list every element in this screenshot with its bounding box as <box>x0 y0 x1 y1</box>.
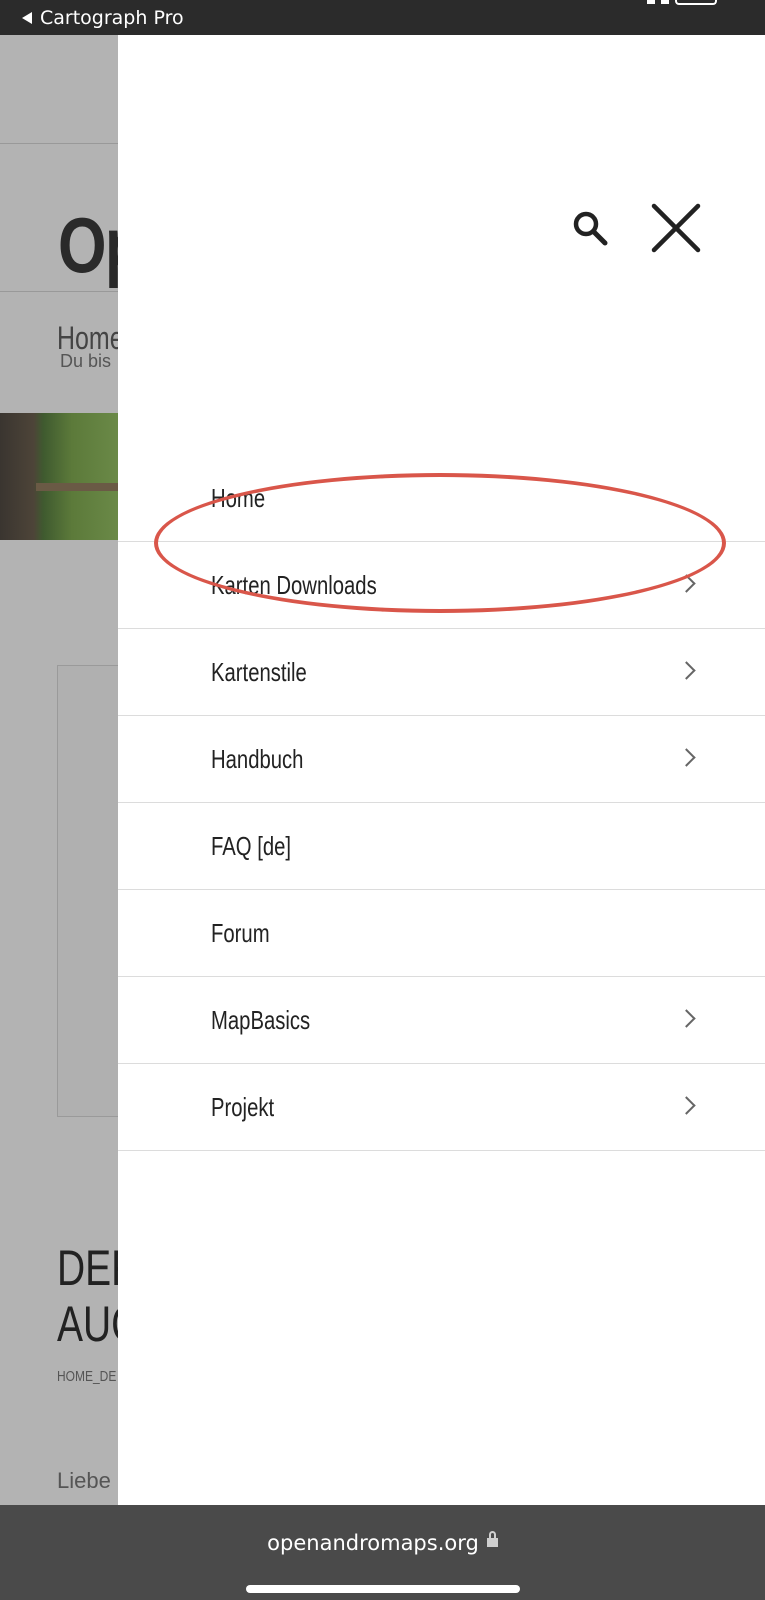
menu-item-label: MapBasics <box>211 1005 311 1035</box>
menu-list: Home Karten Downloads Kartenstile Handbu… <box>118 455 765 1151</box>
menu-item-projekt[interactable]: Projekt <box>118 1064 765 1151</box>
menu-item-faq[interactable]: FAQ [de] <box>118 803 765 890</box>
article-breadcrumb: HOME_DE <box>57 1368 117 1385</box>
menu-item-handbuch[interactable]: Handbuch <box>118 716 765 803</box>
logo-divider <box>0 291 120 292</box>
chevron-right-icon[interactable] <box>677 1096 696 1115</box>
menu-item-label: Handbuch <box>211 744 304 774</box>
menu-item-label: Karten Downloads <box>211 570 377 600</box>
home-indicator[interactable] <box>246 1585 520 1593</box>
chevron-right-icon[interactable] <box>677 574 696 593</box>
back-app-label: Cartograph Pro <box>40 7 184 29</box>
signal-icon <box>647 0 655 4</box>
url-field[interactable]: openandromaps.org <box>0 1530 765 1555</box>
header-photo <box>0 413 120 540</box>
battery-icon <box>675 0 717 5</box>
chevron-right-icon[interactable] <box>677 661 696 680</box>
search-icon[interactable] <box>570 208 610 248</box>
menu-item-label: Kartenstile <box>211 657 307 687</box>
back-to-app-link[interactable]: Cartograph Pro <box>22 6 184 30</box>
status-icons <box>647 0 717 5</box>
menu-item-label: Home <box>211 483 266 513</box>
chevron-right-icon[interactable] <box>677 1009 696 1028</box>
address-bar: openandromaps.org <box>0 1505 765 1600</box>
nav-drawer: Home Karten Downloads Kartenstile Handbu… <box>118 35 765 1505</box>
content-box <box>57 665 127 1117</box>
close-icon[interactable] <box>648 200 704 256</box>
menu-item-forum[interactable]: Forum <box>118 890 765 977</box>
url-text: openandromaps.org <box>267 1531 479 1555</box>
article-body-text: Liebe <box>57 1468 111 1493</box>
menu-item-label: FAQ [de] <box>211 831 292 861</box>
header-divider <box>0 143 120 144</box>
chevron-right-icon[interactable] <box>677 748 696 767</box>
menu-item-label: Forum <box>211 918 270 948</box>
wifi-icon <box>661 0 669 4</box>
menu-item-home[interactable]: Home <box>118 455 765 542</box>
back-arrow-icon <box>22 12 32 24</box>
menu-item-label: Projekt <box>211 1092 275 1122</box>
page-breadcrumb-sub: Du bis <box>60 351 112 371</box>
menu-item-kartenstile[interactable]: Kartenstile <box>118 629 765 716</box>
menu-item-karten-downloads[interactable]: Karten Downloads <box>118 542 765 629</box>
menu-item-mapbasics[interactable]: MapBasics <box>118 977 765 1064</box>
lock-icon <box>486 1530 498 1547</box>
status-bar: Cartograph Pro <box>0 0 765 35</box>
